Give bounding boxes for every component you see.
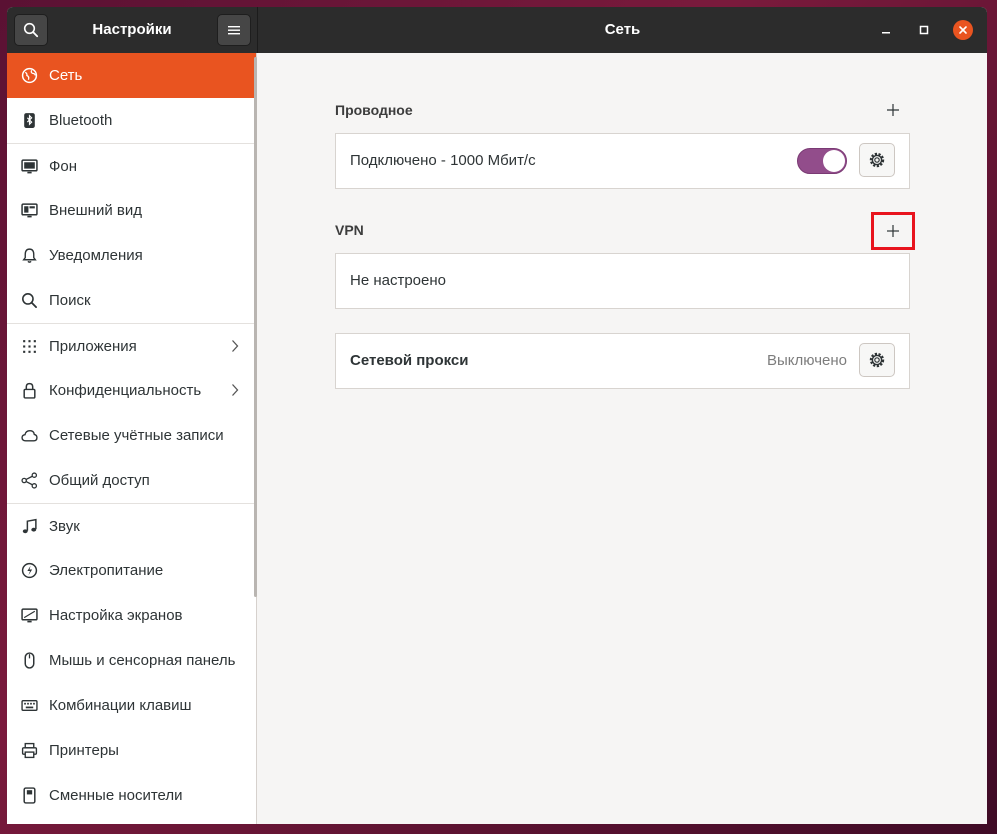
apps-grid-icon: [23, 340, 36, 353]
background-monitor-icon: [21, 159, 38, 174]
app-title: Настройки: [92, 21, 172, 38]
sidebar-item-privacy[interactable]: Конфиденциальность: [7, 368, 256, 413]
sidebar-item-label: Звук: [49, 517, 80, 535]
wired-section-title: Проводное: [335, 102, 413, 118]
gear-icon: [869, 152, 885, 168]
sidebar-item-label: Общий доступ: [49, 472, 150, 489]
sidebar-item-label: Принтеры: [49, 742, 119, 759]
sidebar-item-search[interactable]: Поиск: [7, 278, 256, 323]
proxy-row[interactable]: Сетевой прокси Выключено: [335, 333, 910, 389]
sidebar-item-label: Bluetooth: [49, 112, 113, 129]
cloud-icon: [21, 430, 38, 442]
sidebar-item-label: Поиск: [49, 292, 91, 309]
sidebar-item-notifications[interactable]: Уведомления: [7, 233, 256, 278]
proxy-label: Сетевой прокси: [350, 352, 469, 369]
printer-icon: [21, 742, 38, 759]
network-panel: Проводное Подключено - 1000 Мбит/с VPN Н…: [258, 53, 987, 824]
sidebar-item-label: Приложения: [49, 337, 137, 355]
wired-settings-button[interactable]: [859, 143, 895, 177]
sidebar-item-label: Электропитание: [49, 562, 164, 579]
sidebar-item-label: Фон: [49, 157, 78, 175]
sidebar-item-network[interactable]: Сеть: [7, 53, 256, 98]
vpn-row: Не настроено: [335, 253, 910, 309]
sidebar-item-label: Мышь и сенсорная панель: [49, 652, 236, 669]
keyboard-icon: [21, 700, 38, 711]
network-globe-icon: [21, 67, 38, 84]
maximize-button[interactable]: [914, 20, 934, 40]
proxy-settings-button[interactable]: [859, 343, 895, 377]
minimize-button[interactable]: [876, 20, 896, 40]
add-wired-button[interactable]: [878, 95, 908, 125]
toggle-knob: [823, 150, 845, 172]
wired-toggle[interactable]: [797, 148, 847, 174]
close-icon: [959, 26, 967, 34]
removable-media-icon: [23, 787, 36, 804]
add-vpn-button[interactable]: [871, 212, 915, 250]
close-button[interactable]: [953, 20, 973, 40]
settings-window: Настройки Сеть Сеть Bluetooth Фон Внешни…: [7, 7, 987, 824]
maximize-icon: [919, 25, 929, 35]
sidebar-item-power[interactable]: Электропитание: [7, 548, 256, 593]
sidebar-item-appearance[interactable]: Внешний вид: [7, 188, 256, 233]
minimize-icon: [882, 32, 890, 34]
sidebar-item-online-accounts[interactable]: Сетевые учётные записи: [7, 413, 256, 458]
sidebar-item-label: Сетевые учётные записи: [49, 427, 224, 444]
sidebar-item-sharing[interactable]: Общий доступ: [7, 458, 256, 503]
appearance-icon: [21, 203, 38, 218]
search-button[interactable]: [14, 14, 48, 46]
main-menu-button[interactable]: [217, 14, 251, 46]
sidebar-item-bluetooth[interactable]: Bluetooth: [7, 98, 256, 143]
chevron-right-icon: [232, 384, 239, 396]
sidebar-item-label: Внешний вид: [49, 202, 142, 219]
gear-icon: [869, 352, 885, 368]
sidebar-item-label: Сеть: [49, 67, 83, 84]
header-bar: Настройки Сеть: [7, 7, 987, 53]
sidebar-item-removable-media[interactable]: Сменные носители: [7, 773, 256, 818]
bluetooth-icon: [24, 113, 35, 128]
wired-connection-label: Подключено - 1000 Мбит/с: [350, 152, 536, 169]
sidebar-item-label: Уведомления: [49, 247, 143, 264]
chevron-right-icon: [232, 340, 239, 352]
hamburger-icon: [228, 26, 240, 35]
search-icon: [22, 293, 37, 308]
sidebar-scrollbar[interactable]: [254, 57, 257, 597]
sidebar: Сеть Bluetooth Фон Внешний вид Уведомлен…: [7, 53, 257, 824]
sidebar-item-background[interactable]: Фон: [7, 143, 256, 188]
sidebar-item-printers[interactable]: Принтеры: [7, 728, 256, 773]
power-icon: [21, 562, 38, 579]
lock-icon: [23, 382, 36, 399]
plus-icon: [887, 225, 899, 237]
vpn-empty-label: Не настроено: [350, 272, 446, 289]
wired-connection-row: Подключено - 1000 Мбит/с: [335, 133, 910, 189]
share-icon: [21, 472, 38, 489]
bell-icon: [22, 248, 37, 263]
mouse-icon: [24, 652, 35, 669]
search-icon: [23, 22, 39, 38]
sidebar-item-mouse-touchpad[interactable]: Мышь и сенсорная панель: [7, 638, 256, 683]
sidebar-item-applications[interactable]: Приложения: [7, 323, 256, 368]
plus-icon: [887, 104, 899, 116]
vpn-section-title: VPN: [335, 222, 364, 238]
sidebar-item-label: Сменные носители: [49, 787, 183, 804]
sidebar-item-label: Комбинации клавиш: [49, 697, 192, 714]
sidebar-item-displays[interactable]: Настройка экранов: [7, 593, 256, 638]
proxy-status: Выключено: [767, 352, 847, 369]
display-icon: [21, 608, 38, 623]
music-note-icon: [22, 518, 37, 534]
sidebar-item-label: Настройка экранов: [49, 607, 183, 624]
sidebar-item-keyboard-shortcuts[interactable]: Комбинации клавиш: [7, 683, 256, 728]
sidebar-item-label: Конфиденциальность: [49, 382, 202, 399]
sidebar-item-sound[interactable]: Звук: [7, 503, 256, 548]
